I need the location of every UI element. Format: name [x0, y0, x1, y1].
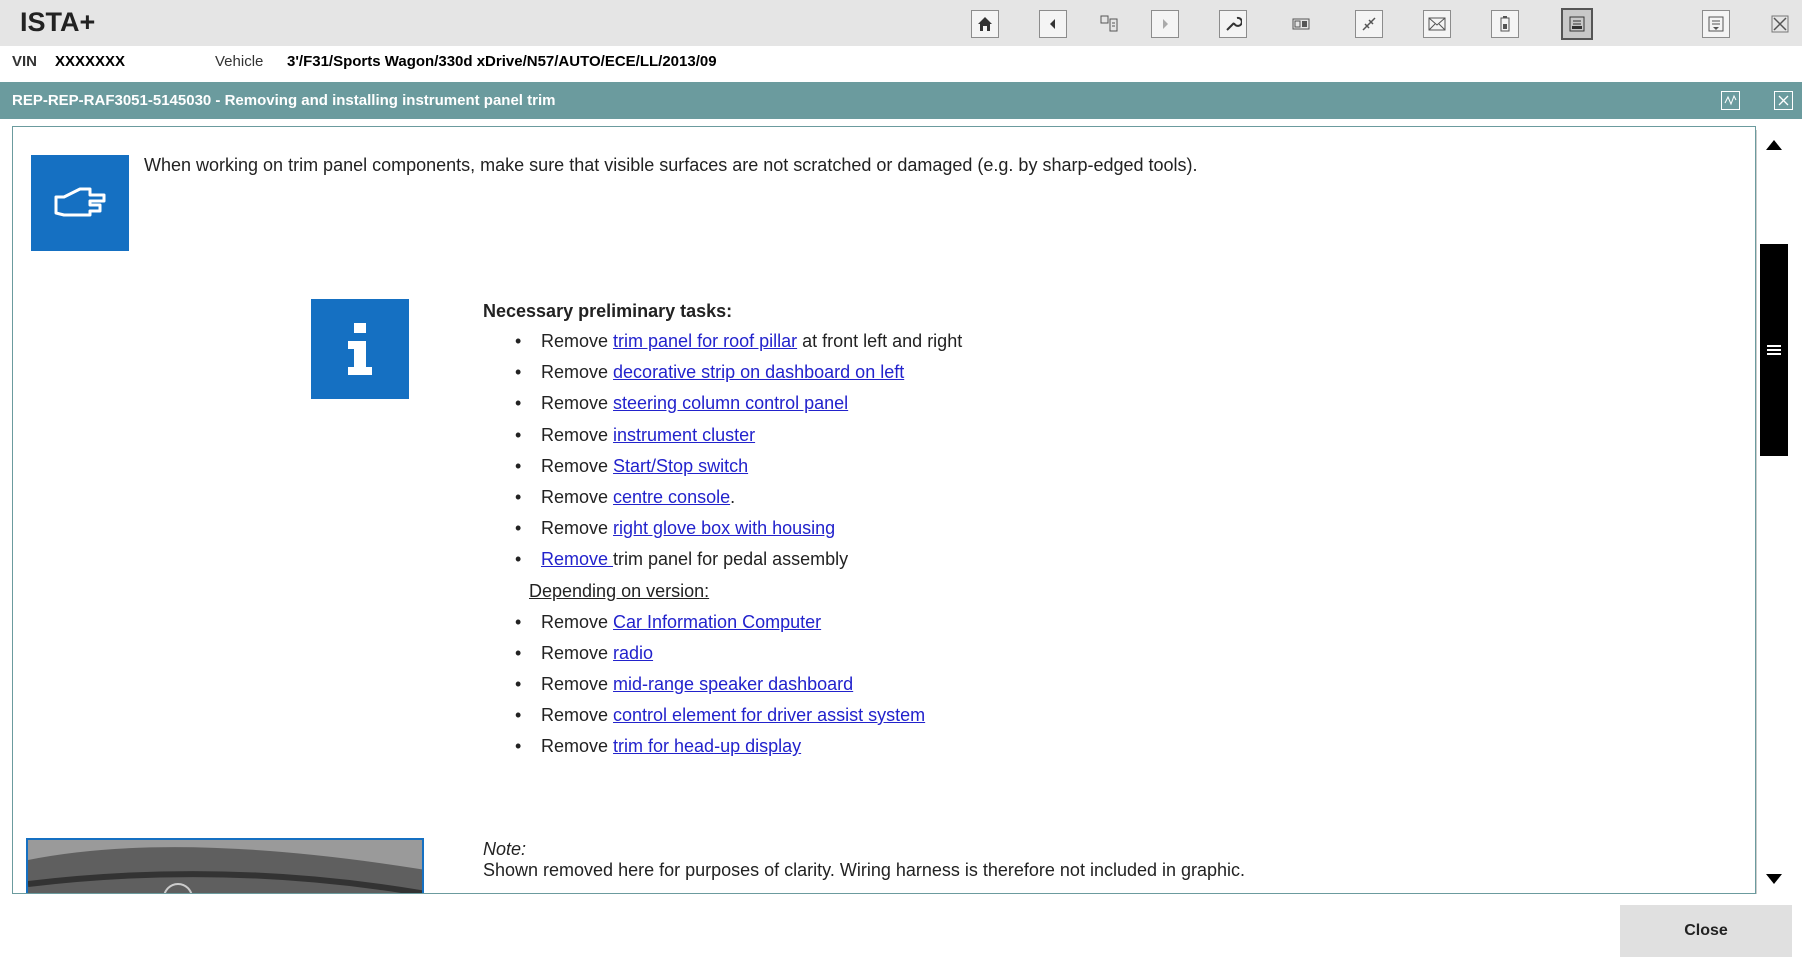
task-link[interactable]: trim panel for roof pillar: [613, 331, 797, 351]
vin-label: VIN: [12, 53, 38, 70]
wrench-icon: [1226, 16, 1242, 31]
vehicle-info-bar: VIN XXXXXXX Vehicle 3'/F31/Sports Wagon/…: [0, 46, 1802, 76]
document-header: REP-REP-RAF3051-5145030 - Removing and i…: [0, 82, 1802, 119]
triangle-up-icon: [1765, 140, 1782, 150]
task-prefix: Remove: [541, 424, 614, 445]
tree-button[interactable]: [1095, 10, 1123, 38]
list-item: Remove trim for head-up display: [515, 731, 962, 762]
list-item: Remove decorative strip on dashboard on …: [515, 357, 962, 388]
service-button[interactable]: [1219, 10, 1247, 38]
connection-button[interactable]: [1355, 10, 1383, 38]
list-item: Remove right glove box with housing: [515, 513, 962, 544]
menu-icon: [1708, 16, 1724, 32]
tasks-heading: Necessary preliminary tasks:: [483, 301, 733, 321]
document-view-icon: [1569, 16, 1585, 32]
task-suffix: trim panel for pedal assembly: [613, 549, 849, 570]
task-link[interactable]: trim for head-up display: [613, 736, 801, 756]
document-view-button[interactable]: [1561, 8, 1593, 40]
home-icon: [978, 17, 992, 31]
list-item: Remove radio: [515, 638, 962, 669]
list-item: Remove centre console.: [515, 482, 962, 513]
scrollbar-thumb[interactable]: [1760, 244, 1788, 456]
warning-text: When working on trim panel components, m…: [144, 155, 1198, 175]
task-prefix: Remove: [541, 518, 614, 539]
waveform-icon: [1724, 94, 1737, 106]
task-list: Remove trim panel for roof pillar at fro…: [483, 326, 962, 576]
task-link[interactable]: instrument cluster: [613, 425, 755, 445]
triangle-down-icon: [1765, 874, 1782, 884]
task-link[interactable]: Remove: [541, 549, 613, 569]
forward-button[interactable]: [1151, 10, 1179, 38]
task-link[interactable]: radio: [613, 643, 653, 663]
note-hand-icon: [31, 155, 129, 251]
document-close-button[interactable]: [1774, 91, 1793, 110]
app-title: ISTA+: [20, 7, 96, 37]
list-item: Remove trim panel for roof pillar at fro…: [515, 326, 963, 357]
task-prefix: Remove: [541, 705, 614, 726]
menu-button[interactable]: [1702, 10, 1730, 38]
list-item: Remove steering column control panel: [515, 388, 962, 419]
measure-icon: [1292, 18, 1310, 30]
vertical-scrollbar[interactable]: [1756, 130, 1789, 894]
close-icon: [1778, 95, 1789, 106]
task-prefix: Remove: [541, 331, 614, 351]
vehicle-value: 3'/F31/Sports Wagon/330d xDrive/N57/AUTO…: [287, 53, 717, 70]
top-toolbar: ISTA+: [0, 0, 1802, 46]
list-item: Remove trim panel for pedal assembly: [515, 544, 962, 575]
app-close-button[interactable]: [1766, 10, 1794, 38]
graphic-thumbnail[interactable]: [26, 838, 424, 893]
version-heading: Depending on version:: [529, 580, 710, 601]
back-icon: [1050, 19, 1055, 29]
version-task-list: Remove Car Information Computer Remove r…: [483, 607, 962, 763]
task-prefix: Remove: [541, 455, 614, 476]
list-item: Remove Car Information Computer: [515, 607, 962, 638]
battery-icon: [1500, 16, 1510, 32]
measure-button[interactable]: [1287, 10, 1315, 38]
note-text: Shown removed here for purposes of clari…: [483, 860, 1246, 880]
list-item: Remove mid-range speaker dashboard: [515, 669, 962, 700]
note-label: Note:: [483, 839, 527, 859]
list-item: Remove control element for driver assist…: [515, 700, 962, 731]
close-icon: [1771, 15, 1789, 33]
document-content: When working on trim panel components, m…: [12, 126, 1756, 894]
task-suffix: .: [730, 486, 736, 507]
task-prefix: Remove: [541, 362, 614, 383]
task-link[interactable]: right glove box with housing: [613, 518, 835, 538]
scroll-up-button[interactable]: [1757, 130, 1790, 160]
back-button[interactable]: [1039, 10, 1067, 38]
task-prefix: Remove: [541, 486, 614, 507]
list-item: Remove Start/Stop switch: [515, 451, 962, 482]
note-block: Note: Shown removed here for purposes of…: [483, 839, 1245, 881]
scroll-down-button[interactable]: [1757, 864, 1790, 894]
list-item: Remove instrument cluster: [515, 420, 962, 451]
vehicle-label: Vehicle: [215, 53, 264, 70]
task-link[interactable]: control element for driver assist system: [613, 705, 925, 725]
task-prefix: Remove: [541, 736, 614, 757]
close-button[interactable]: Close: [1620, 905, 1792, 957]
connection-icon: [1362, 17, 1376, 31]
forward-icon: [1163, 19, 1168, 29]
task-link[interactable]: Start/Stop switch: [613, 456, 748, 476]
task-link[interactable]: steering column control panel: [613, 393, 848, 413]
task-link[interactable]: mid-range speaker dashboard: [613, 674, 853, 694]
task-suffix: at front left and right: [797, 331, 963, 351]
document-title: REP-REP-RAF3051-5145030 - Removing and i…: [12, 92, 556, 109]
message-icon: [1428, 17, 1446, 31]
grip-icon: [1767, 345, 1781, 355]
task-prefix: Remove: [541, 673, 614, 694]
info-icon: [311, 299, 409, 399]
task-link[interactable]: Car Information Computer: [613, 612, 821, 632]
preliminary-tasks: Necessary preliminary tasks: Remove trim…: [483, 301, 962, 763]
message-button[interactable]: [1423, 10, 1451, 38]
task-link[interactable]: centre console: [613, 487, 730, 507]
task-prefix: Remove: [541, 611, 614, 632]
vin-value: XXXXXXX: [55, 53, 126, 70]
home-button[interactable]: [971, 10, 999, 38]
task-prefix: Remove: [541, 642, 614, 663]
tree-icon: [1100, 15, 1118, 32]
document-graph-button[interactable]: [1721, 91, 1740, 110]
task-prefix: Remove: [541, 393, 614, 414]
battery-button[interactable]: [1491, 10, 1519, 38]
task-link[interactable]: decorative strip on dashboard on left: [613, 362, 904, 382]
